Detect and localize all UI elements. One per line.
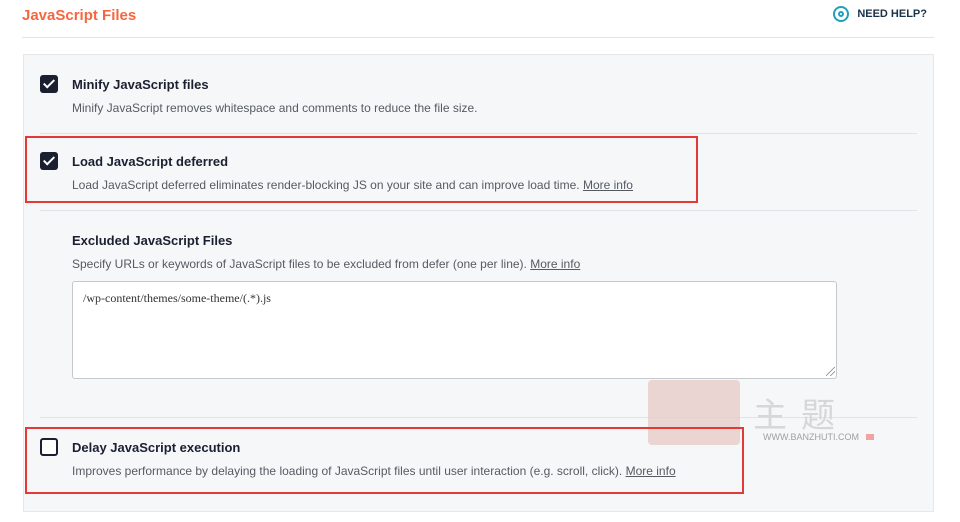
defer-js-description: Load JavaScript deferred eliminates rend… bbox=[72, 178, 633, 192]
delay-js-checkbox[interactable] bbox=[40, 438, 58, 456]
minify-js-label: Minify JavaScript files bbox=[72, 77, 209, 92]
excluded-js-label: Excluded JavaScript Files bbox=[72, 233, 233, 248]
divider bbox=[40, 133, 917, 134]
excluded-more-info-link[interactable]: More info bbox=[530, 257, 580, 271]
header-divider bbox=[22, 37, 934, 38]
defer-more-info-link[interactable]: More info bbox=[583, 178, 633, 192]
defer-js-checkbox[interactable] bbox=[40, 152, 58, 170]
excluded-js-description-text: Specify URLs or keywords of JavaScript f… bbox=[72, 257, 527, 271]
highlight-box-delay bbox=[25, 427, 744, 494]
excluded-js-description: Specify URLs or keywords of JavaScript f… bbox=[72, 257, 580, 271]
minify-js-checkbox[interactable] bbox=[40, 75, 58, 93]
delay-js-description: Improves performance by delaying the loa… bbox=[72, 464, 676, 478]
defer-js-label: Load JavaScript deferred bbox=[72, 154, 229, 169]
defer-js-description-text: Load JavaScript deferred eliminates rend… bbox=[72, 178, 580, 192]
watermark-chars: 主题 bbox=[753, 396, 849, 436]
need-help-label: NEED HELP? bbox=[857, 8, 927, 20]
minify-js-description: Minify JavaScript removes whitespace and… bbox=[72, 101, 478, 115]
resize-grip-icon[interactable] bbox=[826, 367, 835, 376]
watermark-url: WWW.BANZHUTI.COM bbox=[763, 432, 859, 442]
delay-js-label: Delay JavaScript execution bbox=[72, 440, 241, 455]
delay-js-description-text: Improves performance by delaying the loa… bbox=[72, 464, 623, 478]
need-help-link[interactable]: NEED HELP? bbox=[833, 6, 927, 22]
excluded-js-textarea[interactable]: /wp-content/themes/some-theme/(.*).js bbox=[72, 281, 837, 379]
divider bbox=[40, 210, 917, 211]
lifebuoy-icon bbox=[833, 6, 850, 22]
watermark-dot bbox=[866, 434, 874, 440]
delay-more-info-link[interactable]: More info bbox=[626, 464, 676, 478]
highlight-box-defer bbox=[25, 136, 698, 203]
section-title: JavaScript Files bbox=[22, 7, 137, 24]
